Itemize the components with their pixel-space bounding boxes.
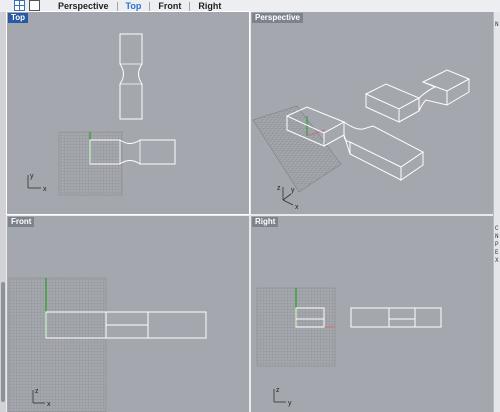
axis-label-z: z	[277, 185, 281, 192]
tab-perspective[interactable]: Perspective	[50, 0, 117, 12]
viewport-label-top[interactable]: Top	[8, 13, 29, 23]
side-panel-text: C	[495, 225, 499, 232]
side-panel-text: N	[495, 233, 499, 240]
side-panel-text: X	[495, 257, 499, 264]
viewport-layout-icon[interactable]	[14, 0, 25, 11]
world-axis-x	[282, 199, 294, 206]
viewport-tabs: Perspective Top Front Right	[50, 0, 229, 12]
top-view-canvas: y x	[27, 33, 176, 196]
front-viewport[interactable]: Front z x	[7, 216, 249, 412]
axis-label-y: y	[30, 173, 34, 180]
construction-grid	[252, 105, 342, 193]
tab-right[interactable]: Right	[190, 0, 229, 12]
side-panel-text: N	[495, 21, 499, 28]
right-viewport[interactable]: Right z y	[251, 216, 493, 412]
construction-grid	[8, 277, 107, 412]
side-panel-edge: N C N P E X	[493, 12, 500, 412]
maximize-viewport-icon[interactable]	[29, 0, 40, 11]
axis-label-x: x	[43, 186, 47, 193]
axis-label-x: x	[47, 401, 51, 408]
vertical-part-outline	[119, 33, 143, 120]
axis-label-z: z	[276, 387, 280, 394]
axis-label-z: z	[35, 388, 39, 395]
top-viewport[interactable]: Top y x	[6, 11, 250, 215]
perspective-view-canvas: z y x	[252, 69, 470, 211]
viewport-label-perspective[interactable]: Perspective	[252, 13, 303, 23]
perspective-viewport[interactable]: Perspective z y x	[251, 12, 493, 214]
tab-top[interactable]: Top	[118, 0, 150, 12]
world-axis-y	[282, 193, 292, 201]
axis-label-x: x	[295, 204, 299, 211]
front-view-canvas: z x	[8, 277, 207, 412]
viewport-area: Top y x Perspective z y x Front z x Righ…	[6, 11, 493, 412]
perspective-vertical-part	[364, 69, 470, 123]
axis-label-y: y	[291, 187, 295, 194]
side-panel-text: P	[495, 241, 499, 248]
side-panel-text: E	[495, 249, 499, 256]
scrollbar-thumb[interactable]	[1, 282, 5, 402]
viewport-label-front[interactable]: Front	[8, 217, 35, 227]
right-view-canvas: z y	[256, 287, 442, 407]
viewport-label-right[interactable]: Right	[252, 217, 279, 227]
axis-label-y: y	[288, 400, 292, 407]
tab-front[interactable]: Front	[150, 0, 189, 12]
